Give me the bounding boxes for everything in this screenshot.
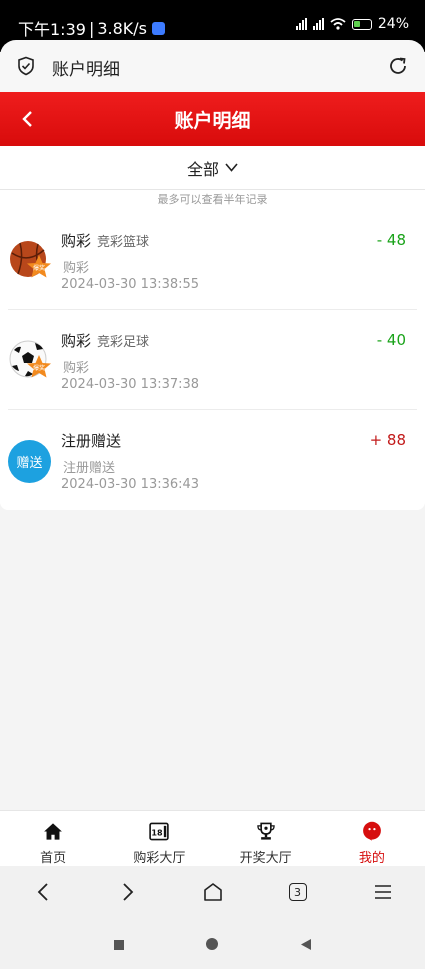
browser-forward-button[interactable] <box>85 866 170 918</box>
browser-address-bar: 账户明细 <box>0 40 425 92</box>
calendar-18-icon: 18 <box>149 822 170 841</box>
list-item[interactable]: 爆奖 购彩 竞彩篮球 购彩 2024-03-30 13:38:55 - 48 <box>8 210 417 310</box>
tab-profile[interactable]: 我的 <box>319 811 425 866</box>
record-type: 购彩 <box>61 232 92 250</box>
menu-icon <box>374 885 391 899</box>
battery-level: 24% <box>377 16 409 32</box>
record-amount: + 88 <box>369 431 406 449</box>
svg-text:18: 18 <box>152 829 164 838</box>
tab-label: 首页 <box>40 851 67 866</box>
record-time: 2024-03-30 13:37:38 <box>61 377 200 392</box>
football-icon: 爆奖 <box>8 338 54 384</box>
record-time: 2024-03-30 13:38:55 <box>61 277 200 292</box>
basketball-icon: 爆奖 <box>8 238 54 284</box>
status-time: 下午1:39 <box>18 20 86 39</box>
record-title: 购彩 竞彩篮球 <box>61 230 149 251</box>
browser-tabs-button[interactable]: 3 <box>255 866 340 918</box>
history-note: 最多可以查看半年记录 <box>0 190 425 210</box>
record-desc: 注册赠送 <box>63 461 116 476</box>
browser-home-button[interactable] <box>170 866 255 918</box>
browser-menu-button[interactable] <box>340 866 425 918</box>
gift-badge: 赠送 <box>8 440 51 483</box>
record-type: 注册赠送 <box>61 432 122 450</box>
square-icon <box>114 940 124 950</box>
svg-text:爆奖: 爆奖 <box>33 364 45 372</box>
status-right: 24% <box>295 16 409 32</box>
status-left: 下午1:39 | 3.8K/s <box>18 16 165 40</box>
system-back-button[interactable] <box>299 936 312 955</box>
status-separator: | <box>88 18 95 38</box>
tab-lottery-hall[interactable]: 18 购彩大厅 <box>106 811 212 866</box>
chevron-left-icon <box>37 883 48 901</box>
tab-label: 购彩大厅 <box>133 851 186 866</box>
record-title: 购彩 竞彩足球 <box>61 330 149 351</box>
record-subtitle: 竞彩足球 <box>97 335 150 350</box>
bottom-tab-bar: 首页 18 购彩大厅 开奖大厅 我的 <box>0 810 425 866</box>
tab-label: 开奖大厅 <box>239 851 292 866</box>
record-subtitle: 竞彩篮球 <box>97 235 150 250</box>
gift-icon: 赠送 <box>8 438 54 484</box>
app-header: 账户明细 <box>0 92 425 146</box>
wifi-icon <box>330 18 346 30</box>
record-amount: - 48 <box>376 231 406 249</box>
record-amount: - 40 <box>376 331 406 349</box>
signal-icon-2 <box>312 18 324 30</box>
battery-icon <box>351 18 372 30</box>
list-item[interactable]: 爆奖 购彩 竞彩足球 购彩 2024-03-30 13:37:38 - 40 <box>8 310 417 410</box>
trophy-icon <box>256 822 275 840</box>
record-title: 注册赠送 <box>61 430 121 451</box>
filter-dropdown[interactable]: 全部 <box>0 146 425 190</box>
record-time: 2024-03-30 13:36:43 <box>61 477 200 492</box>
app-notification-icon <box>152 21 165 35</box>
record-desc: 购彩 <box>63 261 90 276</box>
record-desc: 购彩 <box>63 361 90 376</box>
chevron-down-icon <box>225 163 238 172</box>
tab-draw-hall[interactable]: 开奖大厅 <box>213 811 319 866</box>
recent-apps-button[interactable] <box>113 936 125 955</box>
home-button[interactable] <box>205 936 219 955</box>
tab-label: 我的 <box>358 851 385 866</box>
triangle-back-icon <box>301 939 311 950</box>
chevron-right-icon <box>122 883 133 901</box>
filter-label: 全部 <box>186 159 219 179</box>
status-speed: 3.8K/s <box>97 18 147 38</box>
browser-back-button[interactable] <box>0 866 85 918</box>
tab-home[interactable]: 首页 <box>0 811 106 866</box>
list-item[interactable]: 赠送 注册赠送 注册赠送 2024-03-30 13:36:43 + 88 <box>8 410 417 510</box>
refresh-icon[interactable] <box>387 55 409 77</box>
page-title: 账户明细 <box>174 110 251 132</box>
system-nav-bar <box>0 918 425 969</box>
profile-icon <box>362 821 381 841</box>
circle-icon <box>206 938 218 950</box>
signal-icon <box>295 18 307 30</box>
record-type: 购彩 <box>61 332 92 350</box>
tabs-count: 3 <box>288 883 307 901</box>
shield-icon[interactable] <box>16 56 36 76</box>
browser-page-title[interactable]: 账户明细 <box>52 55 120 80</box>
browser-nav-bar: 3 <box>0 866 425 918</box>
home-outline-icon <box>203 883 222 901</box>
record-list: 爆奖 购彩 竞彩篮球 购彩 2024-03-30 13:38:55 - 48 爆奖… <box>0 210 425 510</box>
svg-text:爆奖: 爆奖 <box>33 264 45 272</box>
home-icon <box>44 823 63 840</box>
